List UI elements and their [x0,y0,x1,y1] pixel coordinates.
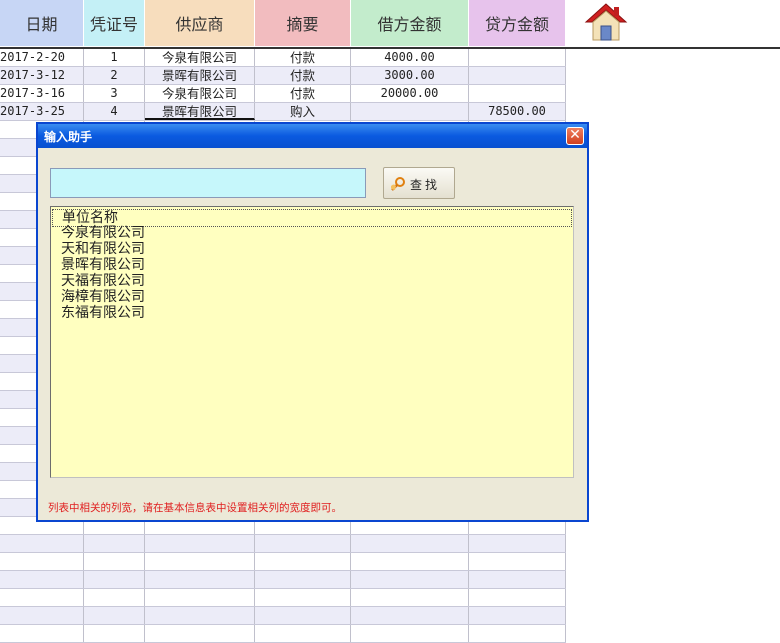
hint-text: 列表中相关的列宽，请在基本信息表中设置相关列的宽度即可。 [48,502,342,514]
table-row[interactable]: 2017-2-20 1 今泉有限公司 付款 4000.00 [0,49,566,67]
cell-supplier[interactable] [145,589,255,606]
close-button[interactable]: ✕ [566,127,584,145]
cell-credit[interactable] [469,589,566,606]
list-item[interactable]: 天和有限公司 [61,241,145,257]
cell-voucher-no[interactable]: 4 [84,103,145,120]
cell-date[interactable] [0,571,84,588]
table-row[interactable]: 2017-3-12 2 景晖有限公司 付款 3000.00 [0,67,566,85]
cell-supplier[interactable] [145,553,255,570]
table-row[interactable]: 2017-3-16 3 今泉有限公司 付款 20000.00 [0,85,566,103]
cell-voucher-no[interactable] [84,571,145,588]
cell-summary[interactable]: 付款 [255,49,351,66]
cell-supplier[interactable] [145,625,255,642]
cell-debit[interactable] [351,571,469,588]
cell-credit[interactable] [469,535,566,552]
list-item[interactable]: 今泉有限公司 [61,225,145,241]
cell-debit[interactable] [351,607,469,624]
cell-summary[interactable]: 购入 [255,103,351,120]
column-header-voucher-no[interactable]: 凭证号 [84,0,145,46]
cell-date[interactable] [0,607,84,624]
empty-row[interactable] [0,607,566,625]
cell-voucher-no[interactable]: 1 [84,49,145,66]
cell-credit[interactable] [469,553,566,570]
cell-debit[interactable]: 4000.00 [351,49,469,66]
cell-debit[interactable] [351,625,469,642]
cell-voucher-no[interactable]: 2 [84,67,145,84]
cell-supplier[interactable] [145,535,255,552]
cell-voucher-no[interactable] [84,535,145,552]
cell-credit[interactable]: 78500.00 [469,103,566,120]
cell-date[interactable] [0,535,84,552]
cell-date[interactable] [0,625,84,642]
cell-supplier[interactable]: 景晖有限公司 [145,67,255,84]
cell-supplier[interactable]: 今泉有限公司 [145,85,255,102]
cell-voucher-no[interactable] [84,607,145,624]
cell-debit[interactable] [351,103,469,120]
cell-voucher-no[interactable] [84,625,145,642]
cell-supplier[interactable]: 今泉有限公司 [145,49,255,66]
empty-row[interactable] [0,589,566,607]
cell-supplier[interactable] [145,571,255,588]
list-item[interactable]: 景晖有限公司 [61,257,145,273]
column-header-summary[interactable]: 摘要 [255,0,351,46]
column-header-date[interactable]: 日期 [0,0,84,46]
cell-credit[interactable] [469,625,566,642]
cell-voucher-no[interactable] [84,589,145,606]
column-header-debit[interactable]: 借方金额 [351,0,469,46]
cell-credit[interactable] [469,49,566,66]
empty-row[interactable] [0,571,566,589]
list-item[interactable]: 东福有限公司 [61,305,145,321]
column-header-credit[interactable]: 贷方金额 [469,0,566,46]
cell-supplier[interactable]: 景晖有限公司 [145,103,255,120]
cell-debit[interactable]: 20000.00 [351,85,469,102]
search-input[interactable] [50,168,366,198]
cell-date[interactable]: 2017-3-16 [0,85,84,102]
magnifier-hand-icon [391,177,405,191]
cell-summary[interactable] [255,535,351,552]
cell-debit[interactable] [351,553,469,570]
empty-row[interactable] [0,553,566,571]
empty-row[interactable] [0,625,566,643]
close-icon: ✕ [569,127,581,143]
table-row[interactable]: 2017-3-25 4 景晖有限公司 购入 78500.00 [0,103,566,121]
dialog-title: 输入助手 [44,130,93,144]
cell-date[interactable]: 2017-3-12 [0,67,84,84]
find-button[interactable]: 查找 [383,167,455,199]
cell-summary[interactable] [255,553,351,570]
column-header-supplier[interactable]: 供应商 [145,0,255,46]
cell-summary[interactable] [255,607,351,624]
cell-voucher-no[interactable] [84,553,145,570]
list-item[interactable]: 天福有限公司 [61,273,145,289]
cell-summary[interactable] [255,625,351,642]
cell-date[interactable] [0,553,84,570]
dialog-titlebar[interactable]: 输入助手 ✕ [38,124,587,148]
home-icon[interactable] [584,2,628,44]
input-assistant-dialog: 输入助手 ✕ 查找 单位名称 今泉有限公司 天和有限公司 景晖有限公司 天福有限公司海… [36,122,589,522]
cell-date[interactable]: 2017-3-25 [0,103,84,120]
cell-credit[interactable] [469,85,566,102]
find-button-label: 查找 [410,178,441,192]
empty-row[interactable] [0,535,566,553]
unit-list[interactable]: 单位名称 今泉有限公司 天和有限公司 景晖有限公司 天福有限公司 海樟有限公司 东福有限公… [50,206,574,478]
cell-summary[interactable]: 付款 [255,85,351,102]
cell-credit[interactable] [469,571,566,588]
cell-credit[interactable] [469,67,566,84]
cell-date[interactable] [0,589,84,606]
cell-summary[interactable] [255,571,351,588]
cell-debit[interactable] [351,589,469,606]
cell-summary[interactable]: 付款 [255,67,351,84]
cell-voucher-no[interactable]: 3 [84,85,145,102]
cell-date[interactable]: 2017-2-20 [0,49,84,66]
cell-supplier[interactable] [145,607,255,624]
cell-summary[interactable] [255,589,351,606]
cell-debit[interactable] [351,535,469,552]
list-item[interactable]: 海樟有限公司 [61,289,145,305]
cell-credit[interactable] [469,607,566,624]
cell-debit[interactable]: 3000.00 [351,67,469,84]
